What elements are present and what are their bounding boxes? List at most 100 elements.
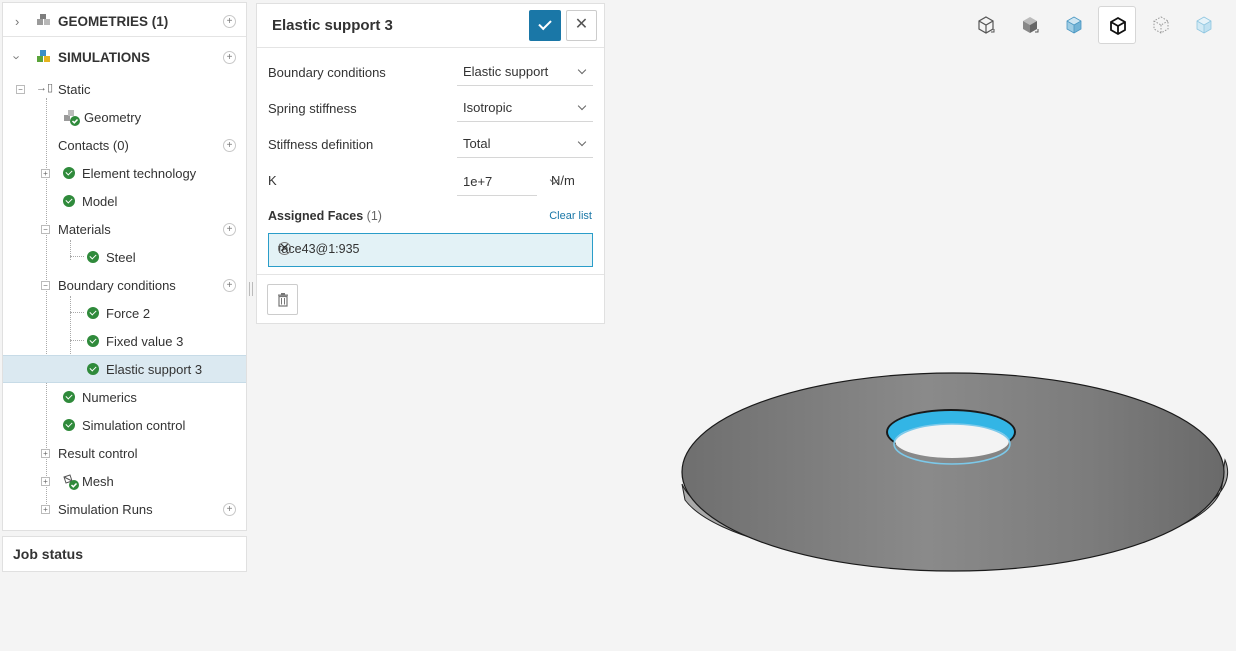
- tree-item-label: Element technology: [82, 165, 197, 181]
- tree-item-result-control[interactable]: + Result control: [3, 439, 246, 467]
- tree-item-static[interactable]: − →▯ Static: [3, 75, 246, 103]
- confirm-button[interactable]: [529, 10, 561, 41]
- tree-item-elastic-support-3[interactable]: Elastic support 3: [3, 355, 246, 383]
- add-simulation-button[interactable]: +: [223, 50, 236, 64]
- edges-view-button[interactable]: [1098, 6, 1136, 44]
- iso-transparent-cube-icon: [1066, 16, 1082, 34]
- tree-item-label: Model: [82, 193, 118, 209]
- check-icon: [87, 335, 99, 347]
- chevron-down-icon: [577, 101, 587, 111]
- tree-item-label: Result control: [58, 445, 138, 461]
- tree-item-label: Static: [58, 81, 91, 97]
- tree-item-contacts[interactable]: Contacts (0) +: [3, 131, 246, 159]
- k-value-input[interactable]: 1e+7: [457, 168, 537, 196]
- properties-panel: Elastic support 3 ✕ Boundary conditions …: [256, 3, 605, 324]
- select-value: Total: [463, 136, 491, 151]
- points-view-button[interactable]: [1142, 6, 1180, 44]
- tree-section-simulations[interactable]: › SIMULATIONS +: [3, 43, 246, 71]
- tree-item-materials[interactable]: − Materials +: [3, 215, 246, 243]
- expand-icon[interactable]: +: [41, 169, 50, 178]
- add-contact-button[interactable]: +: [223, 138, 236, 152]
- tree-item-element-technology[interactable]: + Element technology: [3, 159, 246, 187]
- wireframe-view-button[interactable]: [967, 6, 1005, 44]
- k-label: K: [268, 173, 277, 188]
- check-icon: [87, 251, 99, 263]
- tree-item-mesh[interactable]: + Mesh: [3, 467, 246, 495]
- k-value: 1e+7: [463, 174, 493, 189]
- check-icon: [63, 195, 75, 207]
- panel-title: Elastic support 3: [272, 17, 393, 34]
- chevron-down-icon: [577, 65, 587, 75]
- close-button[interactable]: ✕: [566, 10, 597, 41]
- tree-item-fixed-value-3[interactable]: Fixed value 3: [3, 327, 246, 355]
- assigned-faces-count: (1): [366, 209, 382, 223]
- tree-item-label: Boundary conditions: [58, 277, 176, 293]
- tree-item-label: Elastic support 3: [106, 361, 203, 377]
- assigned-faces-list[interactable]: face43@1:935 ✕: [268, 233, 593, 267]
- check-icon: [87, 363, 99, 375]
- iso-wire-cube-icon: [978, 16, 995, 34]
- light-cube-icon: [1196, 16, 1212, 34]
- tree-item-model[interactable]: Model: [3, 187, 246, 215]
- assigned-faces-title: Assigned Faces: [268, 209, 364, 223]
- simulations-icon: [37, 50, 50, 62]
- expand-icon[interactable]: +: [41, 477, 50, 486]
- panel-header: Elastic support 3 ✕: [257, 4, 604, 48]
- points-cube-icon: [1153, 16, 1169, 34]
- check-icon: [63, 419, 75, 431]
- geometries-label: GEOMETRIES (1): [58, 13, 169, 29]
- tree-item-geometry[interactable]: Geometry: [3, 103, 246, 131]
- boundary-condition-type-select[interactable]: Elastic support: [457, 58, 593, 86]
- transparent-view-button[interactable]: [1055, 6, 1093, 44]
- delete-button[interactable]: [267, 284, 298, 315]
- collapse-icon[interactable]: −: [16, 85, 25, 94]
- add-boundary-condition-button[interactable]: +: [223, 278, 236, 292]
- tree-item-label: Simulation Runs: [58, 501, 153, 517]
- tree-item-label: Steel: [106, 249, 136, 265]
- job-status-panel[interactable]: Job status: [2, 536, 247, 572]
- trash-icon: [278, 293, 288, 307]
- panel-resize-handle[interactable]: [249, 282, 253, 296]
- add-simulation-run-button[interactable]: +: [223, 502, 236, 516]
- tree-item-label: Simulation control: [82, 417, 186, 433]
- stiffness-definition-select[interactable]: Total: [457, 130, 593, 158]
- remove-face-icon[interactable]: ✕: [278, 242, 291, 255]
- chevron-right-icon[interactable]: ›: [15, 14, 19, 29]
- 3d-viewport[interactable]: [670, 360, 1236, 590]
- solid-view-button[interactable]: [1011, 6, 1049, 44]
- assigned-faces-heading: Assigned Faces (1): [268, 209, 382, 223]
- disk-model[interactable]: [681, 372, 1229, 572]
- tree-item-boundary-conditions[interactable]: − Boundary conditions +: [3, 271, 246, 299]
- tree-item-numerics[interactable]: Numerics: [3, 383, 246, 411]
- boundary-conditions-label: Boundary conditions: [268, 65, 386, 80]
- tree-item-force-2[interactable]: Force 2: [3, 299, 246, 327]
- divider: [257, 274, 604, 275]
- tree-item-label: Materials: [58, 221, 111, 237]
- chevron-down-icon: [577, 137, 587, 147]
- tree-item-simulation-control[interactable]: Simulation control: [3, 411, 246, 439]
- collapse-icon[interactable]: −: [41, 281, 50, 290]
- tree-section-geometries[interactable]: › GEOMETRIES (1) +: [3, 7, 246, 35]
- iso-solid-cube-icon: [1023, 17, 1039, 33]
- tree-item-label: Geometry: [84, 109, 142, 125]
- clear-list-link[interactable]: Clear list: [549, 210, 592, 222]
- mesh-check-icon: [63, 474, 79, 490]
- check-icon: [63, 391, 75, 403]
- collapse-icon[interactable]: −: [41, 225, 50, 234]
- job-status-title: Job status: [13, 546, 84, 562]
- lighting-view-button[interactable]: [1185, 6, 1223, 44]
- tree-item-label: Numerics: [82, 389, 137, 405]
- add-geometry-button[interactable]: +: [223, 14, 236, 28]
- simulation-tree: › GEOMETRIES (1) + › SIMULATIONS + − →▯ …: [2, 2, 247, 531]
- tree-item-steel[interactable]: Steel: [3, 243, 246, 271]
- tree-item-simulation-runs[interactable]: + Simulation Runs +: [3, 495, 246, 523]
- expand-icon[interactable]: +: [41, 449, 50, 458]
- check-icon: [63, 167, 75, 179]
- chevron-down-icon[interactable]: ›: [10, 55, 25, 59]
- spring-stiffness-select[interactable]: Isotropic: [457, 94, 593, 122]
- static-analysis-icon: →▯: [36, 82, 54, 94]
- add-material-button[interactable]: +: [223, 222, 236, 236]
- expand-icon[interactable]: +: [41, 505, 50, 514]
- k-unit-select[interactable]: N/m: [547, 168, 593, 196]
- tree-item-label: Mesh: [82, 473, 114, 489]
